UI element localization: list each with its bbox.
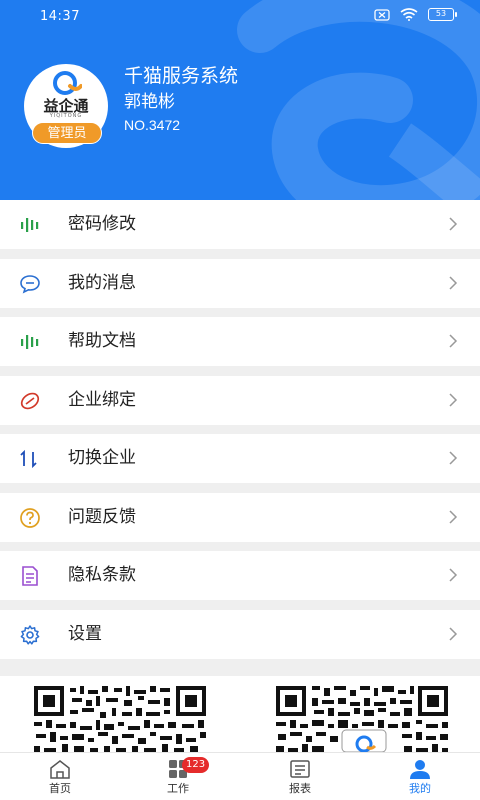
logo-subtext: YIQITONG [49,113,83,119]
tab-home[interactable]: 首页 [20,757,100,799]
chevron-right-icon [449,451,458,465]
qr-code-image [276,686,448,752]
menu-label: 隐私条款 [68,565,136,585]
settings-menu: 密码修改 我的消息 帮助文档 企业绑定 切换企业 问题反馈 隐私条款 设置 [0,200,480,668]
menu-label: 企业绑定 [68,389,136,410]
bottom-tab-bar: 首页 工作 123 报表 我的 [0,752,480,800]
chat-bubble-icon [20,274,40,294]
chevron-right-icon [449,217,458,231]
document-icon [22,566,38,586]
tab-me[interactable]: 我的 [380,757,460,799]
chevron-right-icon [449,392,458,407]
tab-label: 首页 [49,782,71,795]
qr-code-image [34,686,206,752]
battery-icon: 53 [428,8,457,21]
switch-arrows-icon [20,449,37,469]
menu-label: 切换企业 [68,448,136,468]
menu-label: 我的消息 [68,272,136,293]
profile-header: 14:37 53 益企通 YIQITONG 管理员 千猫服务系统 郭艳彬 NO.… [0,0,480,200]
gear-icon [20,624,40,645]
menu-item-switch-enterprise[interactable]: 切换企业 [0,434,480,483]
wifi-icon [400,8,418,21]
signal-bars-icon [21,218,39,232]
link-icon [20,392,40,409]
menu-item-password[interactable]: 密码修改 [0,200,480,249]
home-icon [50,760,70,779]
question-icon [20,507,40,528]
menu-label: 帮助文档 [68,331,136,351]
logo-mark-icon [53,71,82,95]
tab-label: 报表 [289,782,311,795]
menu-item-messages[interactable]: 我的消息 [0,258,480,308]
tab-label: 我的 [409,782,431,795]
status-time: 14:37 [40,9,80,24]
chevron-right-icon [449,626,458,641]
chevron-right-icon [449,334,458,348]
system-name: 千猫服务系统 [124,65,239,87]
signal-bars-icon [21,335,39,349]
report-icon [290,760,310,778]
menu-label: 问题反馈 [68,506,136,527]
status-bar: 14:37 53 [0,0,480,32]
sim-off-icon [374,8,390,21]
chevron-right-icon [449,568,458,582]
chevron-right-icon [449,275,458,290]
menu-label: 密码修改 [68,214,136,234]
user-info: 千猫服务系统 郭艳彬 NO.3472 [124,64,238,135]
person-icon [410,760,430,779]
menu-item-settings[interactable]: 设置 [0,609,480,659]
menu-item-feedback[interactable]: 问题反馈 [0,492,480,542]
tab-work[interactable]: 工作 123 [138,757,218,799]
tab-label: 工作 [167,782,189,795]
menu-label: 设置 [68,623,102,644]
user-name: 郭艳彬 [124,92,175,112]
role-badge: 管理员 [32,122,102,144]
qr-code-section [0,676,480,752]
menu-item-privacy-terms[interactable]: 隐私条款 [0,551,480,600]
chevron-right-icon [449,509,458,524]
menu-item-enterprise-binding[interactable]: 企业绑定 [0,375,480,425]
tab-reports[interactable]: 报表 [260,757,340,799]
work-count-badge: 123 [182,757,210,773]
user-number: NO.3472 [124,117,181,133]
menu-item-help-docs[interactable]: 帮助文档 [0,317,480,366]
